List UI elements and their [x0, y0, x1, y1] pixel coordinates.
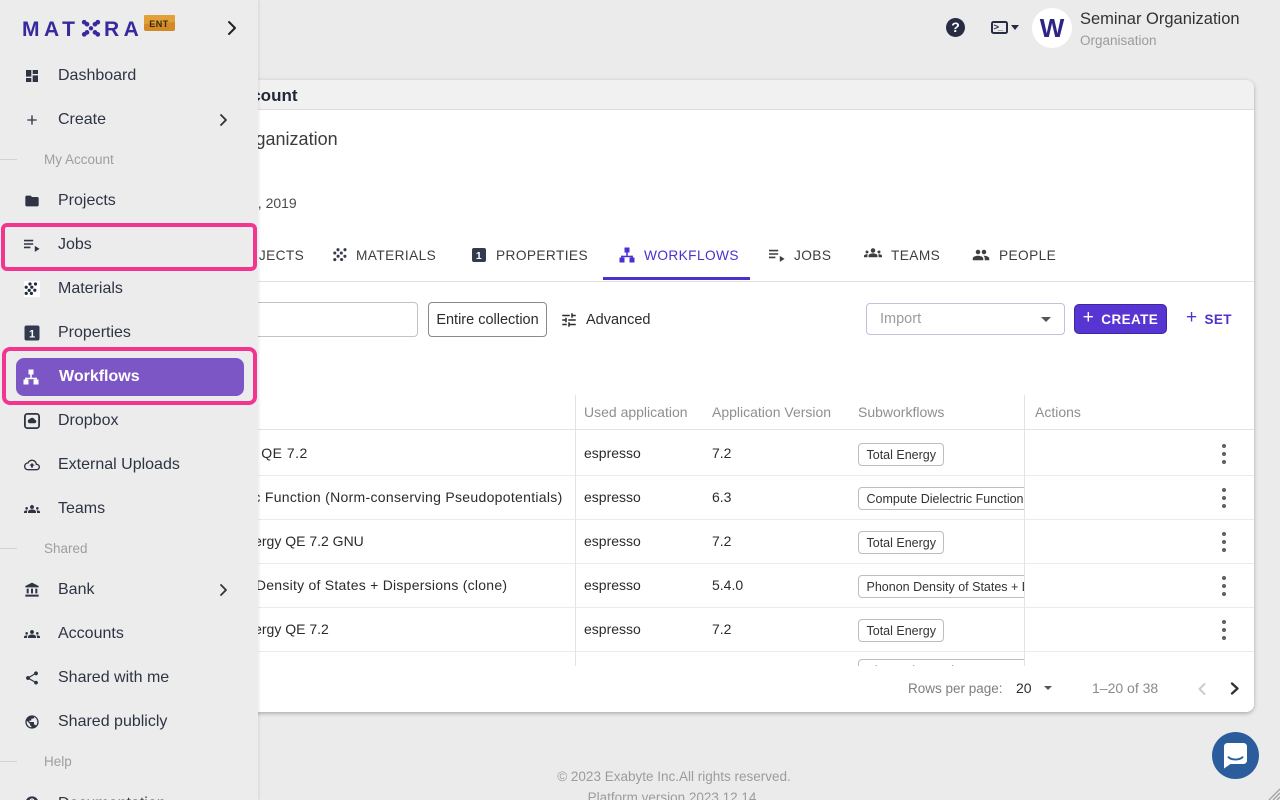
svg-text:1: 1	[29, 329, 35, 341]
svg-text:ENT: ENT	[149, 19, 169, 29]
svg-text:MAT: MAT	[22, 18, 79, 41]
svg-text:1: 1	[476, 250, 482, 262]
svg-text:RA: RA	[104, 18, 143, 41]
